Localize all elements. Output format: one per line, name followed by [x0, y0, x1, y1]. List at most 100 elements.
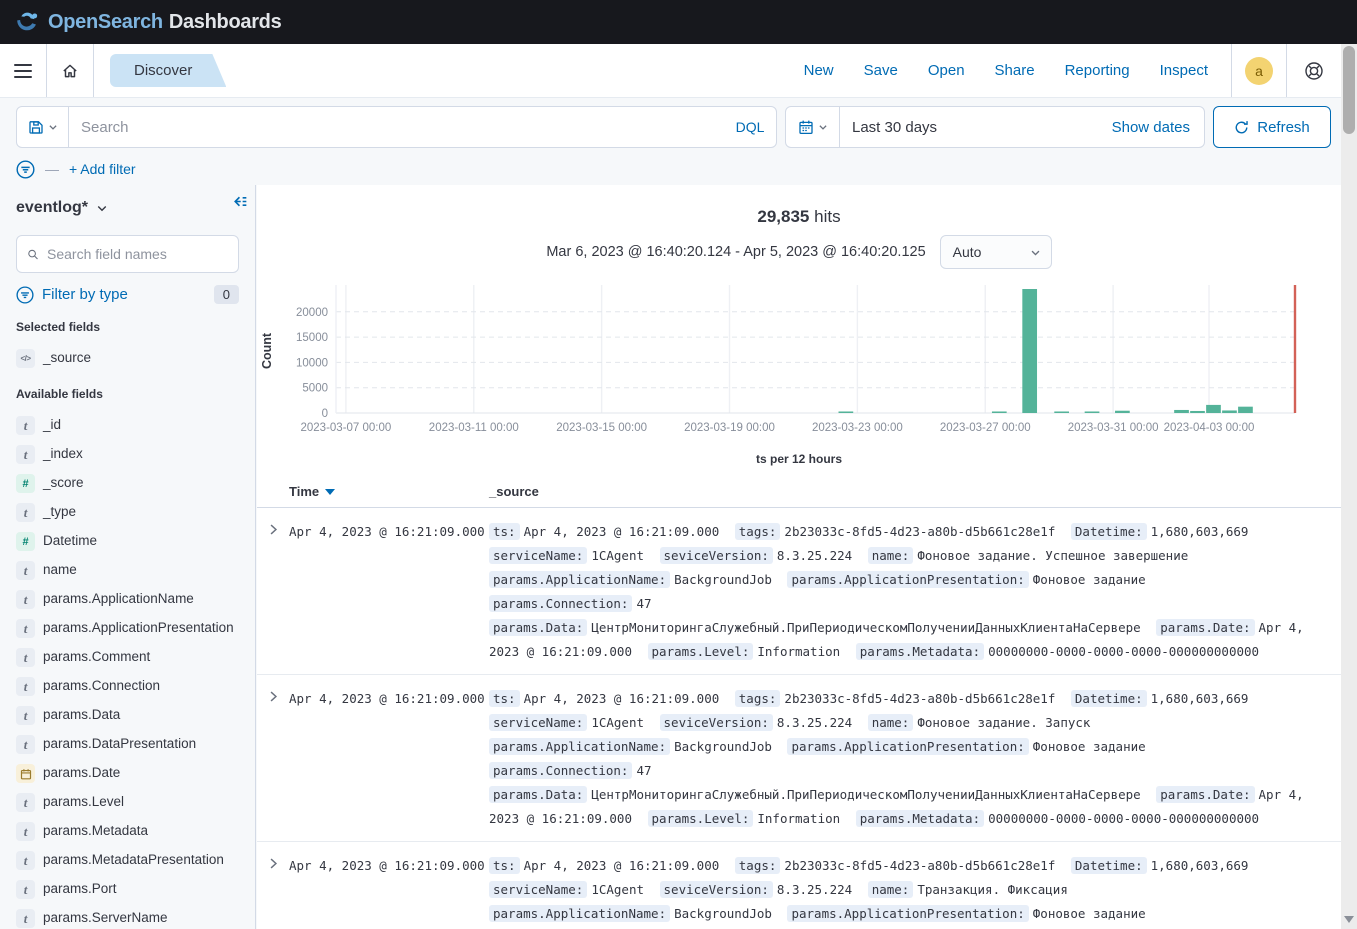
string-field-icon: t — [16, 503, 35, 522]
time-column-header[interactable]: Time — [289, 484, 489, 499]
filter-icon — [16, 286, 34, 304]
field-item[interactable]: t_id — [16, 411, 239, 440]
tab-discover[interactable]: Discover — [110, 54, 226, 87]
field-item[interactable]: tname — [16, 556, 239, 585]
home-button[interactable] — [47, 44, 93, 97]
field-value: 1CAgent — [591, 548, 644, 563]
field-value: Apr 4, 2023 @ 16:21:09.000 — [524, 691, 720, 706]
available-fields-list: t_idt_index#_scoret_type#Datetimetnametp… — [16, 411, 239, 929]
string-field-icon: t — [16, 648, 35, 667]
field-value: Фоновое задание — [1033, 572, 1146, 587]
field-item[interactable]: tparams.ApplicationPresentation — [16, 614, 239, 643]
field-value: Фоновое задание — [1033, 906, 1146, 921]
field-value: ЦентрМониторингаСлужебный.ПриПериодическ… — [591, 620, 1140, 635]
field-search-box — [16, 235, 239, 273]
field-name: params.Port — [43, 880, 117, 897]
field-item[interactable]: tparams.DataPresentation — [16, 730, 239, 759]
field-item[interactable]: tparams.Port — [16, 875, 239, 904]
expand-document-button[interactable] — [257, 854, 289, 929]
home-icon — [61, 62, 79, 80]
svg-text:Count: Count — [260, 332, 274, 369]
field-item[interactable]: #_score — [16, 469, 239, 498]
field-item[interactable]: </>_source — [16, 344, 239, 373]
string-field-icon: t — [16, 561, 35, 580]
page-scrollbar[interactable] — [1341, 44, 1357, 929]
field-key-badge: name: — [868, 714, 914, 731]
nav-link-new[interactable]: New — [804, 62, 834, 79]
chevron-right-icon — [267, 523, 280, 536]
field-item[interactable]: tparams.Metadata — [16, 817, 239, 846]
field-name: params.Level — [43, 793, 124, 810]
nav-link-open[interactable]: Open — [928, 62, 965, 79]
interval-select[interactable]: Auto — [940, 235, 1052, 269]
field-name: params.Metadata — [43, 822, 148, 839]
index-pattern-name: eventlog* — [16, 199, 88, 217]
show-dates-link[interactable]: Show dates — [1098, 107, 1204, 147]
discover-main: 29,835 hits Mar 6, 2023 @ 16:40:20.124 -… — [257, 185, 1341, 929]
collapse-sidebar-button[interactable] — [232, 193, 249, 215]
field-item[interactable]: t_index — [16, 440, 239, 469]
field-item[interactable]: tparams.ApplicationName — [16, 585, 239, 614]
scrollbar-thumb[interactable] — [1343, 46, 1355, 134]
filter-by-type[interactable]: Filter by type 0 — [16, 285, 239, 304]
svg-text:15000: 15000 — [296, 332, 328, 344]
nav-link-reporting[interactable]: Reporting — [1065, 62, 1130, 79]
avatar[interactable]: a — [1245, 57, 1273, 85]
field-item[interactable]: tparams.Data — [16, 701, 239, 730]
string-field-icon: t — [16, 793, 35, 812]
fields-sidebar: eventlog* Filter by type 0 Selected fiel… — [0, 185, 256, 929]
help-icon[interactable] — [1304, 61, 1324, 81]
field-item[interactable]: params.Date — [16, 759, 239, 788]
field-value: 8.3.25.224 — [777, 882, 852, 897]
document-time: Apr 4, 2023 @ 16:21:09.000 — [289, 854, 489, 929]
chart-x-axis-title: ts per 12 hours — [257, 452, 1341, 466]
filter-icon[interactable] — [16, 160, 35, 179]
field-value: 1CAgent — [591, 882, 644, 897]
field-value: Транзакция. Фиксация — [917, 882, 1068, 897]
saved-queries-button[interactable] — [17, 107, 69, 147]
field-name: params.DataPresentation — [43, 735, 196, 752]
field-name: params.ApplicationPresentation — [43, 619, 234, 636]
scrollbar-down-arrow[interactable] — [1344, 916, 1354, 923]
nav-link-share[interactable]: Share — [995, 62, 1035, 79]
brand-secondary: Dashboards — [169, 11, 282, 33]
refresh-button[interactable]: Refresh — [1213, 106, 1331, 148]
chevron-right-icon — [267, 690, 280, 703]
field-item[interactable]: tparams.MetadataPresentation — [16, 846, 239, 875]
expand-document-button[interactable] — [257, 687, 289, 831]
field-key-badge: ts: — [489, 690, 520, 707]
query-language-button[interactable]: DQL — [724, 107, 776, 147]
document-table: Time _source Apr 4, 2023 @ 16:21:09.000t… — [257, 480, 1341, 929]
menu-button[interactable] — [0, 44, 46, 97]
expand-document-button[interactable] — [257, 520, 289, 664]
field-value: 8.3.25.224 — [777, 548, 852, 563]
histogram-chart[interactable]: 2023-03-07 00:002023-03-11 00:002023-03-… — [257, 283, 1341, 466]
nav-link-save[interactable]: Save — [864, 62, 898, 79]
calendar-button[interactable] — [786, 107, 840, 147]
time-range-value[interactable]: Last 30 days — [840, 107, 1098, 147]
field-search-input[interactable] — [47, 246, 228, 262]
svg-text:2023-03-15 00:00: 2023-03-15 00:00 — [556, 422, 647, 434]
field-item[interactable]: tparams.ServerName — [16, 904, 239, 929]
add-filter-link[interactable]: + Add filter — [69, 161, 136, 177]
field-key-badge: Datetime: — [1071, 523, 1147, 540]
interval-value: Auto — [953, 244, 982, 260]
index-pattern-selector[interactable]: eventlog* — [16, 199, 239, 217]
field-value: 1,680,603,669 — [1151, 691, 1249, 706]
hits-count: 29,835 — [757, 207, 809, 226]
search-input[interactable] — [69, 107, 724, 147]
chevron-down-icon — [96, 202, 108, 214]
field-value: 2b23033c-8fd5-4d23-a80b-d5b661c28e1f — [784, 858, 1055, 873]
nav-link-inspect[interactable]: Inspect — [1160, 62, 1208, 79]
field-item[interactable]: t params.Level — [16, 788, 239, 817]
field-name: name — [43, 561, 77, 578]
field-value: 1,680,603,669 — [1151, 524, 1249, 539]
field-item[interactable]: tparams.Connection — [16, 672, 239, 701]
field-item[interactable]: t_type — [16, 498, 239, 527]
field-value: Apr 4, 2023 @ 16:21:09.000 — [524, 524, 720, 539]
field-name: params.Connection — [43, 677, 160, 694]
field-item[interactable]: tparams.Comment — [16, 643, 239, 672]
svg-text:20000: 20000 — [296, 307, 328, 319]
field-value: 1,680,603,669 — [1151, 858, 1249, 873]
field-item[interactable]: #Datetime — [16, 527, 239, 556]
